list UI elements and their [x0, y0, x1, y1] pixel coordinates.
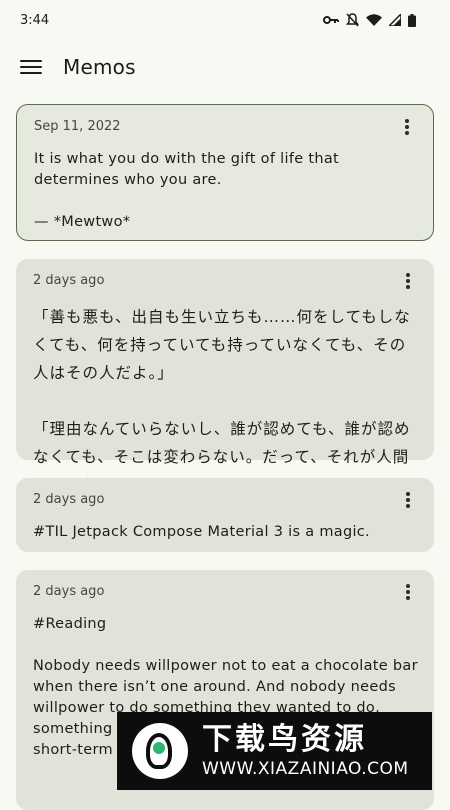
memo-date: 2 days ago	[33, 273, 105, 288]
vpn-key-icon	[323, 16, 339, 24]
watermark-text: 下载鸟资源 WWW.XIAZAINIAO.COM	[202, 722, 409, 780]
top-app-bar: Memos	[0, 40, 450, 96]
wifi-icon	[366, 14, 382, 26]
memo-date: 2 days ago	[33, 492, 105, 507]
status-time: 3:44	[20, 12, 50, 28]
bird-logo-icon	[132, 723, 188, 779]
status-bar: 3:44	[0, 0, 450, 40]
battery-icon	[408, 13, 416, 27]
memo-content: #TIL Jetpack Compose Material 3 is a mag…	[33, 524, 370, 540]
watermark-title: 下载鸟资源	[202, 722, 367, 757]
memo-date: 2 days ago	[33, 584, 105, 599]
memo-card[interactable]: 2 days ago #TIL Jetpack Compose Material…	[16, 478, 434, 552]
menu-icon[interactable]	[20, 60, 42, 76]
more-vert-icon[interactable]	[402, 273, 414, 293]
watermark-banner: 下载鸟资源 WWW.XIAZAINIAO.COM	[117, 712, 432, 790]
more-vert-icon[interactable]	[401, 119, 413, 139]
status-icons	[323, 13, 416, 27]
cell-signal-icon	[389, 14, 401, 26]
more-vert-icon[interactable]	[402, 584, 414, 604]
more-vert-icon[interactable]	[402, 492, 414, 512]
page-title: Memos	[63, 55, 136, 79]
notifications-off-icon	[346, 13, 359, 27]
memo-content: It is what you do with the gift of life …	[34, 151, 340, 230]
memo-card[interactable]: Sep 11, 2022 It is what you do with the …	[16, 104, 434, 241]
watermark-url: WWW.XIAZAINIAO.COM	[202, 759, 409, 779]
memo-date: Sep 11, 2022	[34, 119, 121, 134]
memo-card[interactable]: 2 days ago 「善も悪も、出自も生い立ちも……何をしてもしなくても、何を…	[16, 259, 434, 494]
memo-content: 「善も悪も、出自も生い立ちも……何をしてもしなくても、何を持っていても持っていな…	[33, 308, 411, 494]
